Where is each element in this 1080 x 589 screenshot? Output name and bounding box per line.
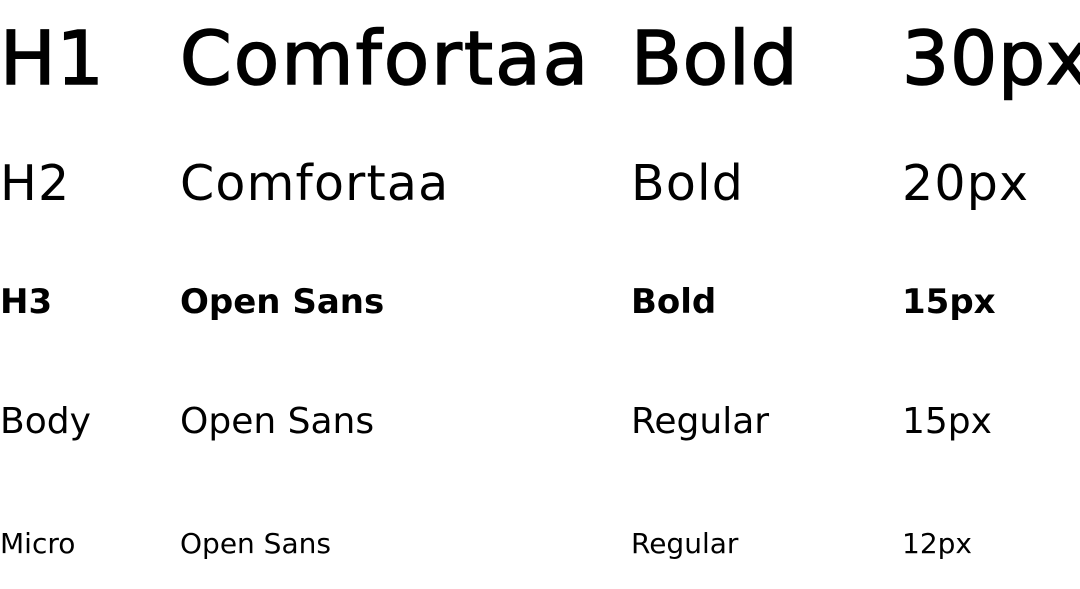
font-size-label: 30px bbox=[901, 15, 1080, 103]
font-size-label: 15px bbox=[902, 282, 996, 322]
font-family-label: Open Sans bbox=[180, 282, 385, 322]
font-size-label: 12px bbox=[902, 527, 972, 560]
font-family-label: Open Sans bbox=[180, 401, 375, 442]
font-weight-label: Bold bbox=[630, 15, 799, 103]
type-row-h1: H1 Comfortaa Bold 30px bbox=[0, 14, 1080, 104]
style-name-label: H1 bbox=[0, 15, 105, 103]
font-weight-label: Bold bbox=[631, 155, 745, 212]
type-row-h2: H2 Comfortaa Bold 20px bbox=[0, 152, 1080, 216]
font-family-label: Comfortaa bbox=[180, 155, 450, 212]
style-name-label: H3 bbox=[0, 282, 53, 322]
font-weight-label: Regular bbox=[631, 401, 770, 442]
typography-scale-table: H1 Comfortaa Bold 30px H2 Comfortaa Bold… bbox=[0, 0, 1080, 589]
style-name-label: Body bbox=[0, 401, 91, 442]
style-name-label: H2 bbox=[0, 155, 71, 212]
font-weight-label: Bold bbox=[631, 282, 717, 322]
style-name-label: Micro bbox=[0, 527, 76, 560]
type-row-micro: Micro Open Sans Regular 12px bbox=[0, 525, 1080, 563]
font-family-label: Comfortaa bbox=[179, 15, 591, 103]
type-row-h3: H3 Open Sans Bold 15px bbox=[0, 278, 1080, 326]
font-size-label: 15px bbox=[902, 401, 992, 442]
font-size-label: 20px bbox=[902, 155, 1030, 212]
font-family-label: Open Sans bbox=[180, 527, 331, 560]
type-row-body: Body Open Sans Regular 15px bbox=[0, 398, 1080, 446]
font-weight-label: Regular bbox=[631, 527, 739, 560]
